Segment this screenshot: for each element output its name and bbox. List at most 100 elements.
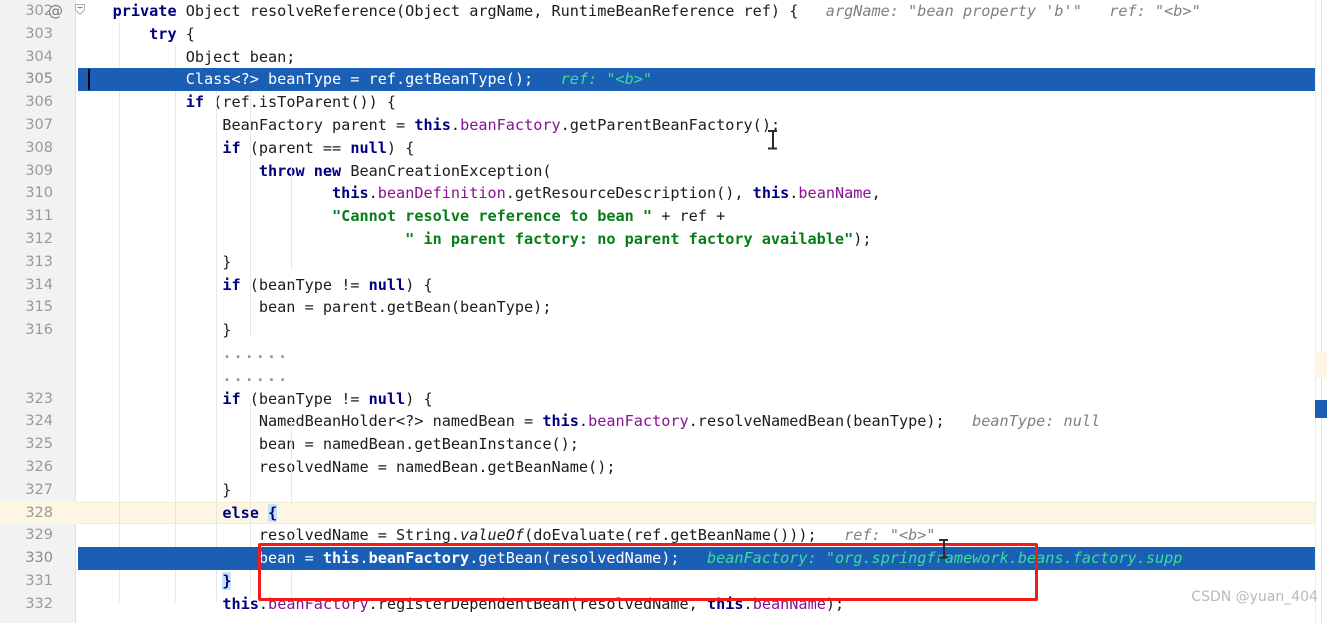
code-line-text: } (76, 319, 231, 342)
line-number: 311 (25, 208, 53, 225)
text-caret (88, 69, 90, 91)
code-token: "<b>" (606, 70, 653, 89)
code-token: new (313, 161, 342, 180)
code-line-text: BeanFactory parent = this.beanFactory.ge… (76, 114, 780, 137)
marker-selection[interactable] (1315, 400, 1327, 418)
code-line[interactable]: 326 resolvedName = namedBean.getBeanName… (0, 456, 1328, 479)
code-token: this (414, 116, 451, 134)
code-token: "Cannot resolve reference to bean " (332, 207, 653, 226)
code-line-text: } (76, 479, 231, 502)
code-token: ...... (222, 366, 290, 385)
code-line-text: bean = namedBean.getBeanInstance(); (76, 433, 579, 456)
code-line[interactable]: 329 resolvedName = String.valueOf(doEval… (0, 524, 1328, 547)
code-token: (ref.isToParent()) { (204, 93, 397, 112)
code-token: "org.springframework.beans.factory.supp (825, 549, 1183, 568)
marker-warning[interactable] (1315, 352, 1327, 378)
code-line[interactable]: 330 bean = this.beanFactory.getBean(reso… (0, 547, 1328, 570)
code-line-text: if (ref.isToParent()) { (76, 91, 396, 114)
code-line[interactable]: 324 NamedBeanHolder<?> namedBean = this.… (0, 410, 1328, 433)
code-token: ref: (816, 526, 890, 545)
line-number: 329 (25, 527, 53, 544)
code-line[interactable]: 328 else { (0, 501, 1328, 525)
code-line[interactable]: 302 private Object resolveReference(Obje… (0, 0, 1328, 23)
code-line[interactable]: 331 } (0, 570, 1328, 593)
code-line[interactable]: 308 if (parent == null) { (0, 137, 1328, 160)
code-token: ); (853, 230, 872, 248)
code-line[interactable]: 312 " in parent factory: no parent facto… (0, 228, 1328, 251)
code-line-text: ...... (76, 365, 289, 388)
code-line-text: "Cannot resolve reference to bean " + re… (76, 205, 725, 228)
code-token: beanFactory (368, 549, 470, 568)
code-line[interactable]: 315 bean = parent.getBean(beanType); (0, 296, 1328, 319)
code-line-text: } (76, 251, 231, 274)
code-token: try (149, 24, 177, 43)
code-line[interactable]: 310 this.beanDefinition.getResourceDescr… (0, 182, 1328, 205)
code-line-text: this. beanFactory.registerDependentBean(r… (76, 593, 844, 616)
code-line-text: resolvedName = namedBean.getBeanName(); (76, 456, 616, 479)
code-token: , (871, 184, 881, 203)
code-token: . (743, 594, 753, 613)
code-token: + ref + (652, 207, 726, 226)
code-token: beanFactory (460, 116, 561, 134)
line-number: 327 (25, 481, 53, 498)
line-number: 308 (25, 139, 53, 156)
code-line[interactable]: 309 throw new BeanCreationException( (0, 160, 1328, 183)
indent-guide (250, 91, 251, 336)
code-line[interactable]: 316 } (0, 319, 1328, 342)
line-number: 314 (25, 276, 53, 293)
code-token: throw (258, 161, 305, 180)
code-token: ) { (405, 275, 433, 294)
code-line[interactable]: ...... (0, 342, 1328, 365)
code-line[interactable]: 332 this.beanFactory.registerDependentBe… (0, 593, 1328, 616)
code-line[interactable]: 307 BeanFactory parent = this.beanFactor… (0, 114, 1328, 137)
code-token: this (752, 184, 790, 203)
code-token: (doEvaluate(ref.getBeanName())); (524, 526, 817, 545)
editor-marker-track[interactable] (1315, 0, 1328, 623)
code-line[interactable]: 323 if (beanType != null) { (0, 388, 1328, 411)
indent-guide (291, 160, 292, 270)
code-line[interactable]: 303 try { (0, 23, 1328, 46)
code-token: .getBean(resolvedName); (469, 549, 680, 568)
code-line[interactable]: 314 if (beanType != null) { (0, 274, 1328, 297)
code-token: .registerDependentBean(resolvedName, (368, 594, 707, 613)
code-line[interactable]: 313 } (0, 251, 1328, 274)
code-line-text: if (beanType != null) { (76, 388, 433, 411)
line-number: 315 (25, 299, 53, 316)
code-token: (parent == (240, 138, 351, 157)
line-number: 330 (25, 550, 53, 567)
code-line[interactable]: 327 } (0, 479, 1328, 502)
line-number: 306 (25, 94, 53, 111)
code-token: beanFactory: (679, 549, 826, 568)
code-token: NamedBeanHolder<?> namedBean = (76, 412, 543, 431)
ide-code-editor[interactable]: @ 302 private Object resolveReference(Ob… (0, 0, 1328, 623)
code-line[interactable]: 325 bean = namedBean.getBeanInstance(); (0, 433, 1328, 456)
code-line[interactable]: 305 Class<?> beanType = ref.getBeanType(… (0, 68, 1328, 92)
code-token: this (332, 184, 369, 203)
code-line-text: private Object resolveReference(Object a… (76, 0, 1201, 23)
code-line[interactable]: 304 Object bean; (0, 46, 1328, 69)
code-token: beanFactory (268, 594, 369, 613)
code-token: if (222, 138, 241, 157)
code-token: { (176, 24, 195, 43)
code-token: " in parent factory: no parent factory a… (405, 230, 854, 248)
indent-guide (175, 45, 176, 602)
line-number: 303 (25, 25, 53, 42)
line-number: 302 (25, 3, 53, 19)
code-token: BeanFactory parent = (76, 116, 415, 134)
code-token: if (185, 93, 205, 112)
code-line[interactable]: 311 "Cannot resolve reference to bean " … (0, 205, 1328, 228)
code-line[interactable]: 306 if (ref.isToParent()) { (0, 91, 1328, 114)
code-token: ) { (405, 389, 433, 408)
code-line[interactable]: ...... (0, 365, 1328, 388)
code-token: (beanType != (240, 275, 369, 294)
code-token: this (222, 594, 259, 613)
code-token: beanDefinition (377, 184, 506, 203)
code-token: bean = (76, 549, 323, 568)
indent-guide (119, 22, 120, 602)
code-line-text: } (76, 570, 232, 593)
code-text-area[interactable]: 302 private Object resolveReference(Obje… (0, 0, 1328, 623)
